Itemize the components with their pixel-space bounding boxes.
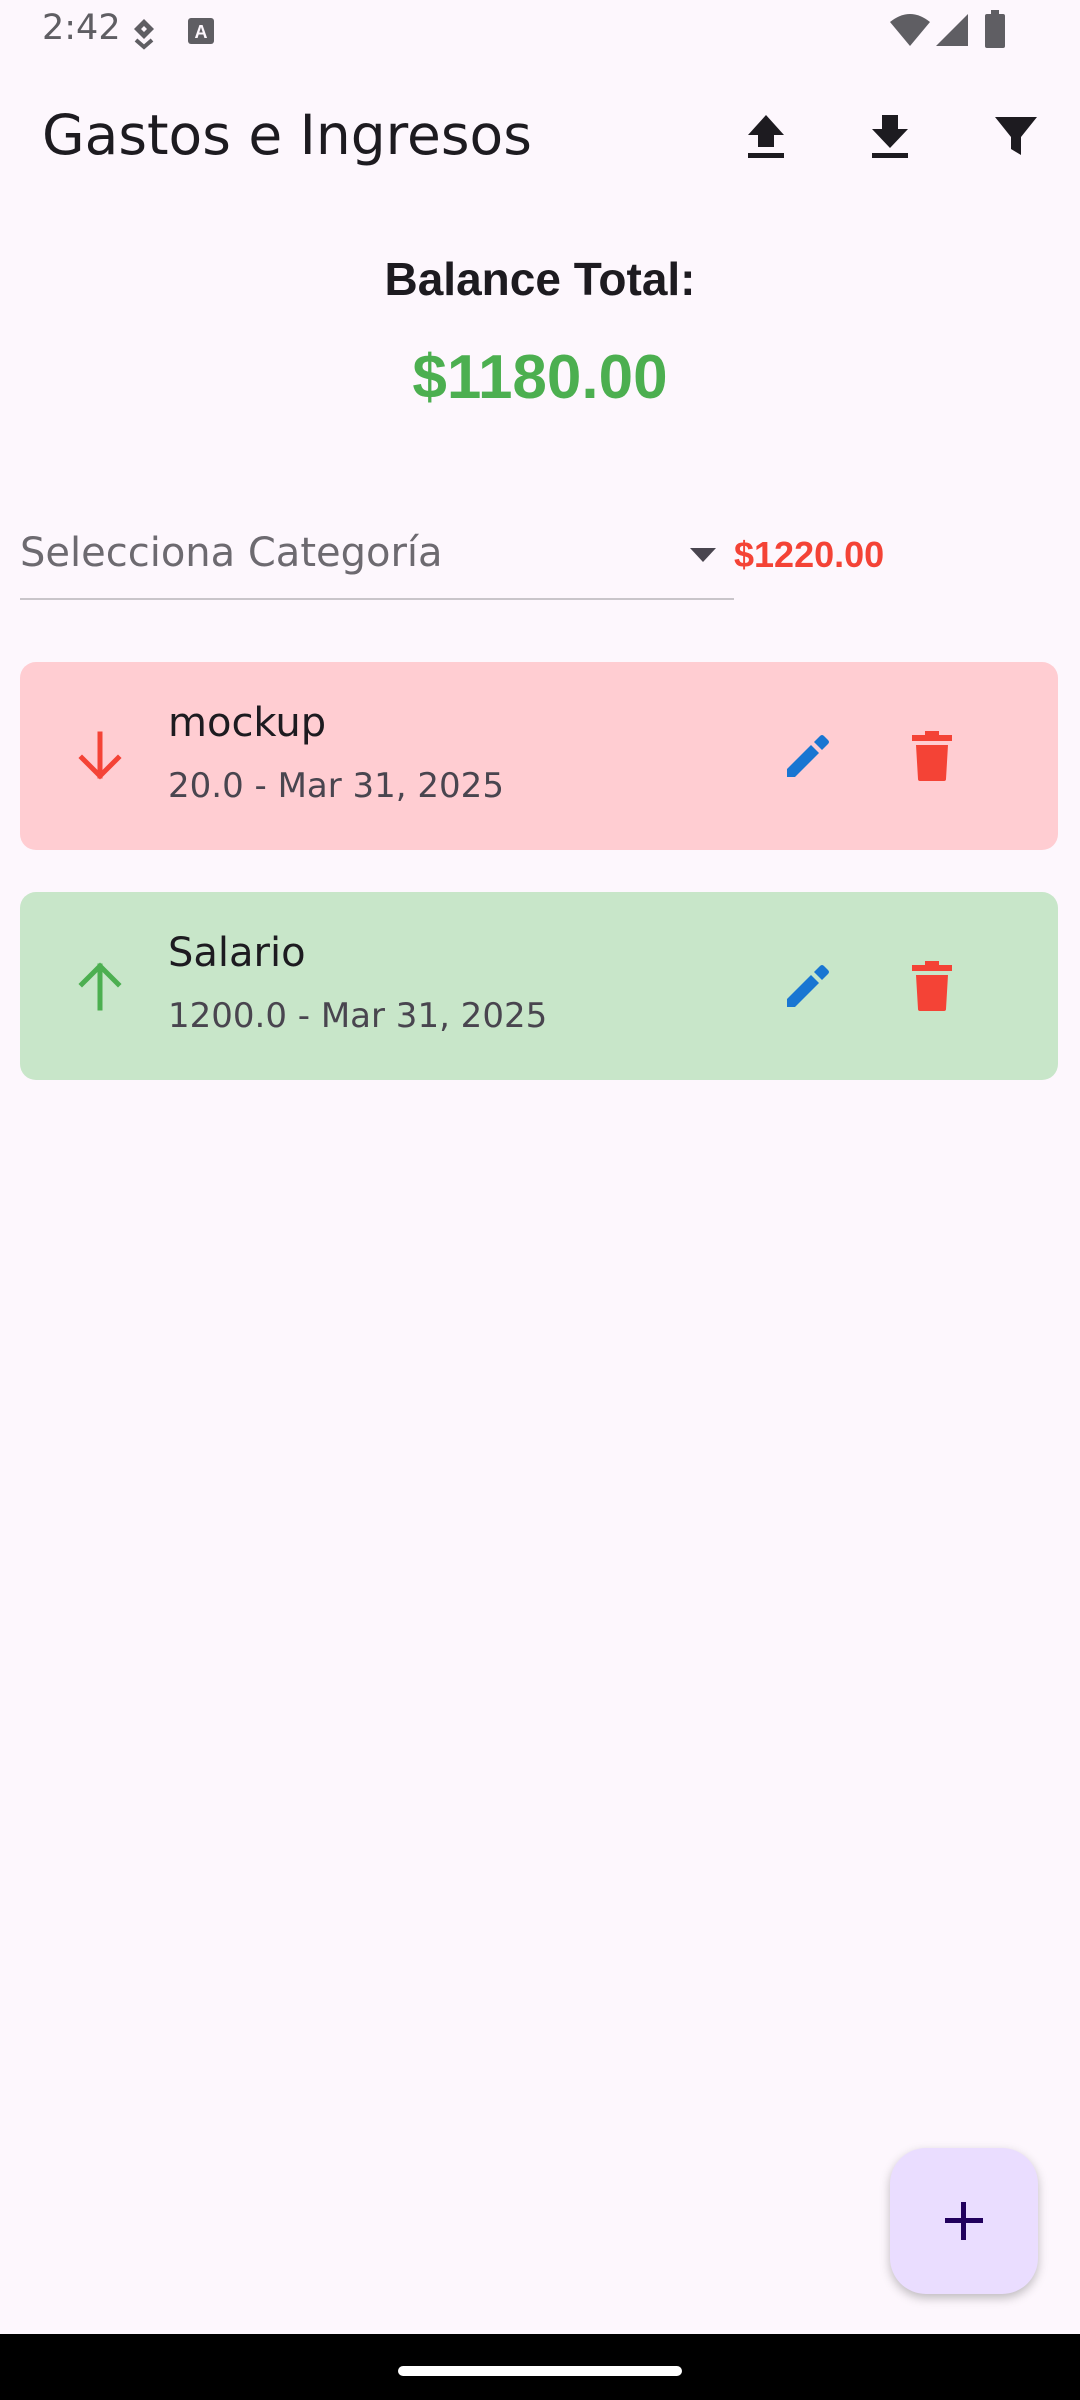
signal-icon <box>934 12 970 48</box>
transaction-title: Salario <box>168 930 306 976</box>
delete-button[interactable] <box>884 708 980 804</box>
keyboard-icon: A <box>186 14 216 48</box>
add-transaction-button[interactable] <box>890 2148 1038 2294</box>
transaction-title: mockup <box>168 700 327 746</box>
transaction-card[interactable]: mockup 20.0 - Mar 31, 2025 <box>20 662 1058 850</box>
svg-text:A: A <box>195 22 208 42</box>
upload-button[interactable] <box>718 88 814 184</box>
page-title: Gastos e Ingresos <box>42 103 532 167</box>
balance-value: $1180.00 <box>412 343 668 412</box>
trash-icon <box>912 961 952 1011</box>
balance-label: Balance Total: <box>384 253 696 305</box>
pencil-icon <box>787 735 829 777</box>
upload-icon <box>748 115 784 158</box>
plus-icon <box>945 2202 983 2240</box>
delete-button[interactable] <box>884 938 980 1034</box>
category-total: $1220.00 <box>734 534 885 575</box>
transaction-subtitle: 1200.0 - Mar 31, 2025 <box>168 996 548 1036</box>
pencil-icon <box>787 965 829 1007</box>
status-time: 2:42 <box>42 8 121 48</box>
arrow-up-icon <box>68 954 132 1018</box>
arrow-down-icon <box>68 724 132 788</box>
edit-button[interactable] <box>760 708 856 804</box>
download-icon <box>872 115 908 158</box>
download-button[interactable] <box>842 88 938 184</box>
battery-icon <box>984 10 1006 48</box>
category-dropdown[interactable]: Selecciona Categoría <box>20 508 734 600</box>
notification-icon <box>128 16 160 50</box>
filter-button[interactable] <box>968 88 1064 184</box>
transaction-subtitle: 20.0 - Mar 31, 2025 <box>168 766 504 806</box>
edit-button[interactable] <box>760 938 856 1034</box>
transaction-card[interactable]: Salario 1200.0 - Mar 31, 2025 <box>20 892 1058 1080</box>
dropdown-arrow-icon <box>688 546 718 564</box>
home-indicator[interactable] <box>398 2366 682 2376</box>
wifi-icon <box>888 12 932 48</box>
category-placeholder: Selecciona Categoría <box>20 530 443 576</box>
filter-icon <box>995 117 1037 155</box>
trash-icon <box>912 731 952 781</box>
